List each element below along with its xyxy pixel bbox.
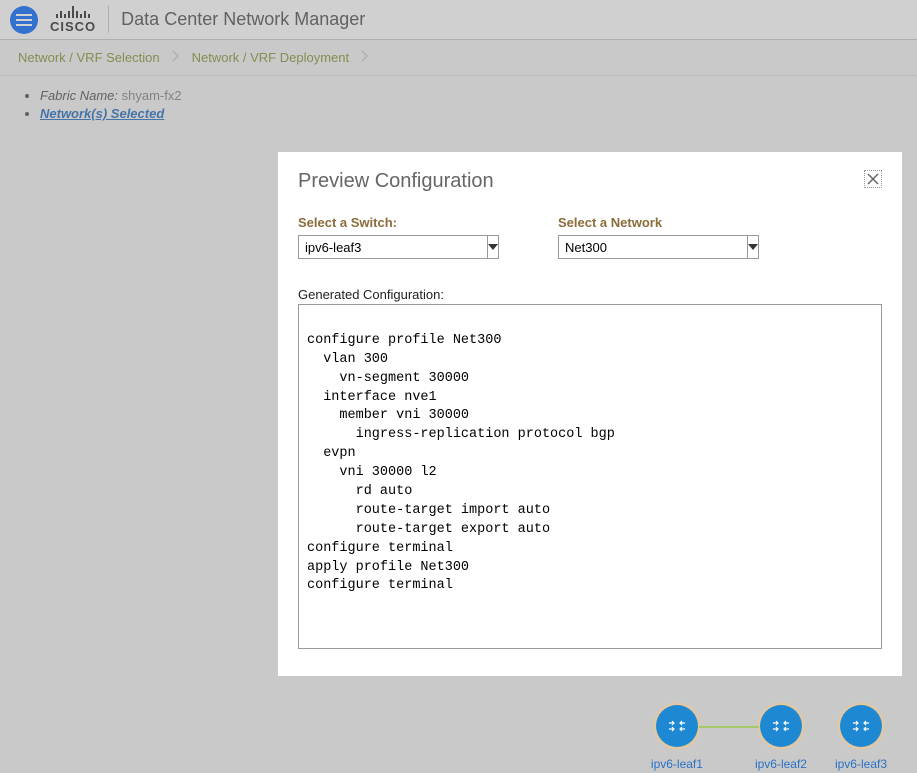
switch-icon (668, 719, 686, 733)
topology-node-label: ipv6-leaf2 (755, 757, 807, 771)
select-switch-input[interactable] (298, 235, 487, 259)
select-network-dropdown-button[interactable] (747, 235, 759, 259)
close-icon (867, 173, 879, 185)
topology-link (699, 726, 759, 728)
chevron-down-icon (488, 244, 498, 250)
switch-icon (772, 719, 790, 733)
topology-node-label: ipv6-leaf3 (835, 757, 887, 771)
close-button[interactable] (864, 170, 882, 188)
select-switch-label: Select a Switch: (298, 215, 448, 230)
preview-config-modal: Preview Configuration Select a Switch: S… (278, 152, 902, 676)
topology-node[interactable]: ipv6-leaf3 (835, 701, 887, 771)
select-switch-dropdown-button[interactable] (487, 235, 499, 259)
topology-nodes: ipv6-leaf1 ipv6-leaf2 ipv6-l (651, 701, 887, 771)
modal-title: Preview Configuration (298, 170, 494, 193)
select-switch-group: Select a Switch: (298, 215, 448, 259)
chevron-down-icon (748, 244, 758, 250)
generated-configuration-label: Generated Configuration: (298, 287, 882, 302)
select-network-label: Select a Network (558, 215, 753, 230)
topology-node[interactable]: ipv6-leaf1 (651, 701, 703, 771)
topology-node-label: ipv6-leaf1 (651, 757, 703, 771)
generated-configuration-textarea[interactable] (298, 304, 882, 649)
topology-node[interactable]: ipv6-leaf2 (755, 701, 807, 771)
select-network-group: Select a Network (558, 215, 753, 259)
switch-icon (852, 719, 870, 733)
select-network-input[interactable] (558, 235, 747, 259)
